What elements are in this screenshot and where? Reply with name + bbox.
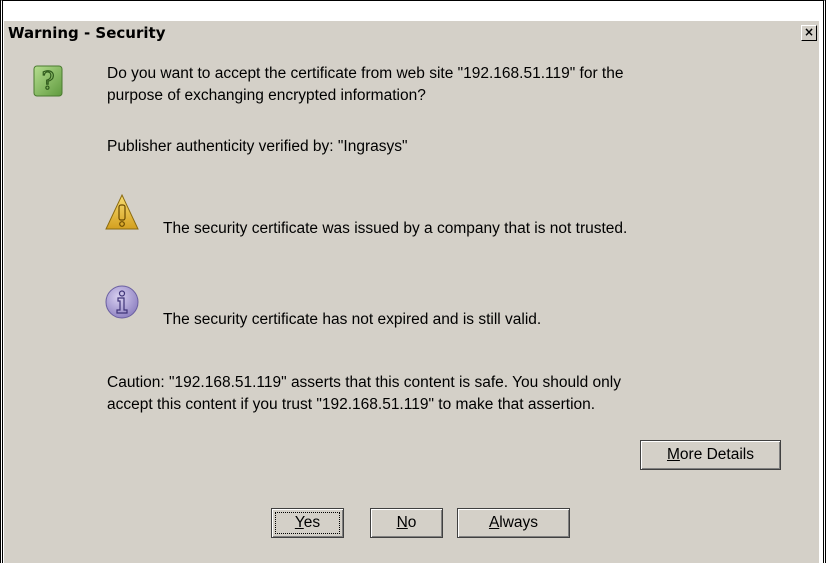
close-button[interactable]: × — [801, 25, 817, 41]
question-line-1: Do you want to accept the certificate fr… — [107, 65, 624, 82]
always-mnemonic: A — [488, 514, 500, 531]
more-details-button[interactable]: More Details — [640, 440, 781, 470]
window-title: Warning - Security — [8, 24, 166, 42]
yes-button[interactable]: Yes — [271, 508, 344, 538]
close-icon: × — [803, 25, 815, 39]
yes-mnemonic: Y — [294, 514, 304, 531]
caution-line-1: Caution: "192.168.51.119" asserts that t… — [107, 374, 621, 391]
yes-label: es — [303, 514, 321, 531]
question-line-2: purpose of exchanging encrypted informat… — [107, 87, 426, 104]
publisher-text: Publisher authenticity verified by: "Ing… — [107, 138, 408, 155]
more-details-mnemonic: M — [666, 446, 680, 463]
always-label: lways — [499, 514, 539, 531]
info-icon — [105, 285, 139, 319]
no-mnemonic: N — [396, 514, 408, 531]
title-bar[interactable]: Warning - Security × — [4, 19, 819, 45]
no-label: o — [407, 514, 417, 531]
caution-line-2: accept this content if you trust "192.16… — [107, 396, 596, 413]
more-details-label: ore Details — [679, 446, 754, 463]
dialog-body: ? Do you want to accept the certificate … — [4, 45, 819, 563]
always-button[interactable]: Always — [457, 508, 570, 538]
warning-text: The security certificate was issued by a… — [163, 220, 628, 237]
svg-text:?: ? — [42, 67, 55, 95]
question-icon: ? — [33, 65, 63, 97]
warning-icon — [105, 193, 139, 230]
no-button[interactable]: No — [370, 508, 443, 538]
info-text: The security certificate has not expired… — [163, 311, 542, 328]
